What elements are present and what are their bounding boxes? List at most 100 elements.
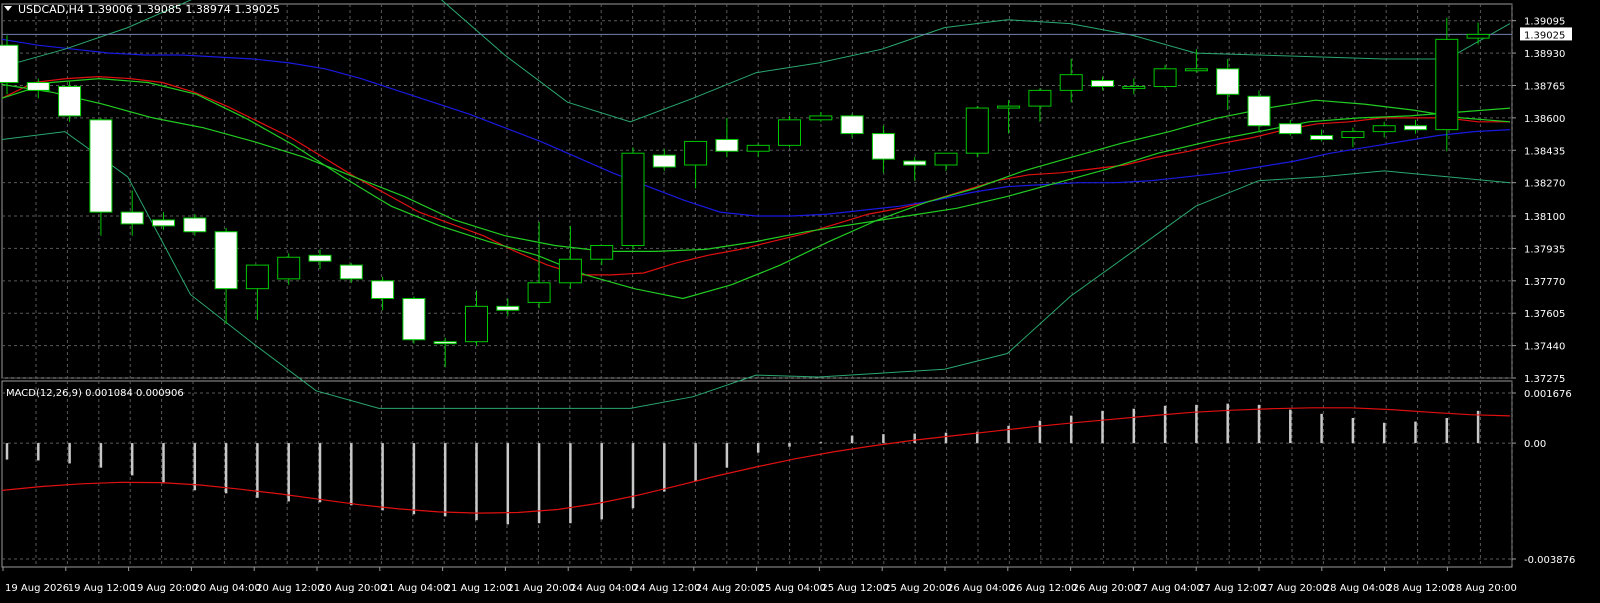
candle-bear (496, 305, 520, 311)
macd-header: MACD(12,26,9) 0.001084 0.000906 (6, 388, 184, 399)
y-tick-label: 1.38765 (1524, 81, 1565, 92)
y-tick-label: 1.37605 (1524, 309, 1565, 320)
candle-bull (684, 140, 708, 166)
x-tick-label: 24 Aug 20:00 (696, 583, 763, 594)
macd-values: 0.001084 0.000906 (85, 388, 184, 399)
candle-bear (1216, 68, 1240, 95)
x-tick-label: 25 Aug 12:00 (821, 583, 888, 594)
candle-bear (840, 115, 864, 135)
macd-signal-line (1, 407, 1511, 514)
candle-bear (871, 133, 895, 160)
x-tick-label: 20 Aug 12:00 (256, 583, 323, 594)
candle-bull (527, 282, 551, 303)
symbol-menu-arrow-icon[interactable] (4, 6, 12, 11)
macd-y-tick-label: -0.003876 (1524, 555, 1575, 566)
candle-bull (1466, 33, 1490, 39)
candle-bear (652, 154, 676, 168)
x-tick-label: 19 Aug 2026 (5, 583, 69, 594)
candle-bull (746, 144, 770, 152)
macd-y-tick-label: 0.001676 (1524, 389, 1572, 400)
candle-bear (0, 44, 19, 84)
candle-bear (339, 264, 363, 280)
current-price-label: 1.39025 (1524, 30, 1565, 41)
candle-bear (308, 254, 332, 262)
candle-bear (1310, 135, 1334, 140)
x-tick-label: 26 Aug 12:00 (1010, 583, 1077, 594)
y-tick-label: 1.37275 (1524, 374, 1565, 385)
candle-bear (214, 231, 238, 290)
candle-bear (1091, 80, 1114, 87)
candle-bull (1184, 68, 1208, 72)
x-tick-label: 25 Aug 20:00 (884, 583, 951, 594)
y-tick-label: 1.38930 (1524, 49, 1565, 60)
candles (0, 17, 1490, 368)
y-tick-label: 1.37935 (1524, 244, 1565, 255)
candle-bear (120, 211, 144, 225)
x-tick-label: 21 Aug 04:00 (382, 583, 449, 594)
candle-bull (778, 119, 801, 146)
candle-bear (1278, 123, 1302, 135)
y-tick-label: 1.38600 (1524, 114, 1565, 125)
candle-bear (371, 280, 395, 299)
x-tick-label: 24 Aug 12:00 (633, 583, 700, 594)
x-tick-label: 20 Aug 04:00 (193, 583, 260, 594)
chart-header: USDCAD,H4 1.39006 1.39085 1.38974 1.3902… (18, 3, 280, 16)
candle-bear (433, 341, 457, 345)
x-tick-label: 28 Aug 12:00 (1387, 583, 1454, 594)
candle-bull (590, 244, 614, 260)
x-tick-label: 27 Aug 20:00 (1261, 583, 1328, 594)
candle-bear (183, 217, 207, 233)
candle-bear (89, 119, 113, 213)
y-tick-label: 1.37770 (1524, 277, 1565, 288)
candle-bull (277, 256, 301, 280)
y-tick-label: 1.38270 (1524, 179, 1565, 190)
x-tick-label: 19 Aug 12:00 (68, 583, 135, 594)
candle-bull (621, 152, 645, 246)
candle-bear (903, 160, 927, 166)
candle-bear (715, 138, 739, 152)
x-tick-label: 24 Aug 04:00 (570, 583, 637, 594)
x-tick-label: 28 Aug 20:00 (1449, 583, 1516, 594)
candle-bull (465, 305, 488, 343)
candle-bull (1153, 68, 1177, 87)
candle-bear (152, 219, 175, 227)
price-panel-frame (1, 3, 1513, 379)
candle-bull (1059, 74, 1083, 91)
candle-bull (1341, 131, 1365, 139)
candle-bear (26, 82, 50, 91)
candle-bull (997, 105, 1021, 109)
candle-bull (809, 115, 833, 121)
y-tick-label: 1.38435 (1524, 146, 1565, 157)
macd-label: MACD(12,26,9) (6, 388, 82, 399)
candle-bull (1372, 125, 1396, 133)
candle-bear (1404, 125, 1427, 131)
candle-bull (1122, 85, 1146, 89)
x-tick-label: 26 Aug 04:00 (947, 583, 1014, 594)
candle-bear (58, 85, 82, 117)
indicator-lines (1, 0, 1512, 409)
candle-bear (1247, 95, 1271, 127)
y-tick-label: 1.37440 (1524, 342, 1565, 353)
candle-bull (965, 107, 989, 154)
x-tick-label: 21 Aug 12:00 (445, 583, 512, 594)
x-tick-label: 19 Aug 20:00 (131, 583, 198, 594)
x-tick-label: 27 Aug 12:00 (1198, 583, 1265, 594)
x-tick-label: 27 Aug 04:00 (1135, 583, 1202, 594)
symbol-label: USDCAD,H4 (18, 3, 84, 16)
y-tick-label: 1.39095 (1524, 17, 1565, 28)
candle-bull (934, 152, 958, 166)
candle-bull (1028, 89, 1052, 107)
x-tick-label: 25 Aug 04:00 (759, 583, 826, 594)
macd-panel (1, 403, 1511, 525)
x-tick-label: 28 Aug 04:00 (1324, 583, 1391, 594)
macd-y-tick-label: 0.00 (1524, 439, 1546, 450)
x-tick-label: 21 Aug 20:00 (507, 583, 574, 594)
x-tick-label: 20 Aug 20:00 (319, 583, 386, 594)
y-tick-label: 1.38100 (1524, 212, 1565, 223)
candle-bull (558, 258, 582, 284)
indicator-line-5 (1, 0, 1511, 123)
ohlc-values: 1.39006 1.39085 1.38974 1.39025 (87, 3, 280, 16)
candle-bear (402, 297, 426, 341)
chart-area[interactable]: 1.39095 1.38930 1.38765 1.38600 1.38435 1.382… (0, 0, 1600, 600)
chart-svg[interactable]: 1.39095 1.38930 1.38765 1.38600 1.38435 1.382… (0, 0, 1600, 600)
